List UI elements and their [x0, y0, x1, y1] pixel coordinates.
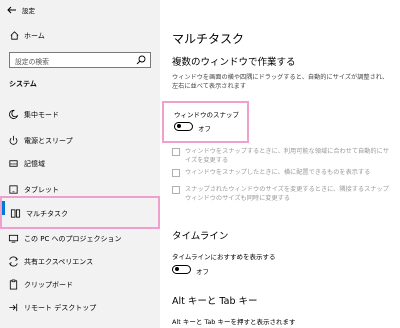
back-arrow-icon[interactable]	[6, 4, 18, 16]
sidebar-item-label: この PC へのプロジェクション	[24, 235, 122, 243]
projection-icon	[8, 234, 19, 243]
sidebar-item-remote-desktop[interactable]: リモート デスクトップ	[0, 297, 160, 319]
sidebar-item-label: タブレット	[24, 186, 59, 194]
sidebar-item-storage[interactable]: 記憶域	[0, 153, 160, 175]
section-heading-multi-window: 複数のウィンドウで作業する	[172, 57, 296, 68]
checkbox[interactable]	[172, 186, 180, 194]
search-placeholder: 設定の検索	[15, 58, 49, 66]
sidebar-item-label: マルチタスク	[26, 210, 68, 218]
shared-icon	[9, 256, 18, 267]
multitask-icon	[10, 209, 21, 218]
sidebar-item-projection[interactable]: この PC へのプロジェクション	[0, 228, 160, 250]
page-title: マルチタスク	[172, 32, 245, 46]
timeline-toggle-state: オフ	[196, 268, 209, 276]
snap-toggle-state: オフ	[198, 125, 211, 133]
sidebar-item-label: 共有エクスペリエンス	[24, 258, 94, 266]
alt-tab-label: Alt キーと Tab キーを押すと表示されます	[172, 318, 296, 326]
storage-icon	[9, 160, 18, 167]
snap-toggle[interactable]	[174, 122, 193, 131]
snap-label: ウィンドウのスナップ	[174, 111, 239, 119]
checkbox[interactable]	[172, 169, 180, 177]
sidebar-item-focus[interactable]: 集中モード	[0, 104, 160, 126]
sidebar: 設定 ホーム 設定の検索 システム 集中モード 電源とスリープ 記憶域 タブレッ…	[0, 0, 160, 328]
sidebar-section-system: システム	[9, 80, 37, 88]
sidebar-item-clipboard[interactable]: クリップボード	[0, 274, 160, 296]
sidebar-item-label: 電源とスリープ	[24, 137, 73, 145]
main-content: マルチタスク 複数のウィンドウで作業する ウィンドウを画面の横や四隅にドラッグす…	[160, 0, 400, 328]
sidebar-item-power[interactable]: 電源とスリープ	[0, 130, 160, 152]
checkbox-label: ウィンドウをスナップするときに、利用可能な領域に合わせて自動的にサイズを変更する	[185, 148, 389, 164]
window-title: 設定	[22, 7, 35, 15]
checkbox-label: ウィンドウをスナップしたときに、横に配置できるものを表示する	[185, 169, 371, 176]
sidebar-item-label: クリップボード	[24, 281, 73, 289]
remote-desktop-icon	[9, 303, 18, 312]
sidebar-item-shared[interactable]: 共有エクスペリエンス	[0, 251, 160, 273]
search-icon	[136, 55, 146, 65]
snap-setting: ウィンドウのスナップ オフ	[162, 101, 249, 143]
timeline-toggle[interactable]	[172, 265, 191, 274]
toggle-knob	[175, 267, 179, 272]
sidebar-item-label: リモート デスクトップ	[24, 304, 97, 312]
checkbox[interactable]	[172, 148, 180, 156]
checkbox-label: スナップされたウィンドウのサイズを変更するときに、隣接するスナップ ウィンドウの…	[185, 186, 389, 202]
sidebar-item-label: 集中モード	[24, 111, 59, 119]
toggle-knob	[177, 124, 181, 129]
search-input[interactable]: 設定の検索	[9, 52, 151, 68]
sidebar-item-label: 記憶域	[24, 160, 45, 168]
tablet-icon	[9, 185, 18, 194]
sidebar-item-multitasking[interactable]: マルチタスク	[0, 196, 160, 229]
title-bar: 設定	[0, 0, 160, 20]
timeline-label: タイムラインにおすすめを表示する	[172, 253, 276, 261]
home-icon	[10, 31, 19, 40]
section-heading-timeline: タイムライン	[172, 231, 229, 242]
clipboard-icon	[9, 279, 18, 290]
sidebar-home[interactable]: ホーム	[0, 27, 160, 45]
moon-icon	[9, 109, 19, 119]
sidebar-home-label: ホーム	[24, 32, 45, 40]
power-icon	[9, 135, 18, 145]
section-description: ウィンドウを画面の横や四隅にドラッグすると、自動的にサイズが調整され、左右に並べ…	[172, 74, 389, 90]
section-heading-alt-tab: Alt キーと Tab キー	[172, 296, 258, 307]
